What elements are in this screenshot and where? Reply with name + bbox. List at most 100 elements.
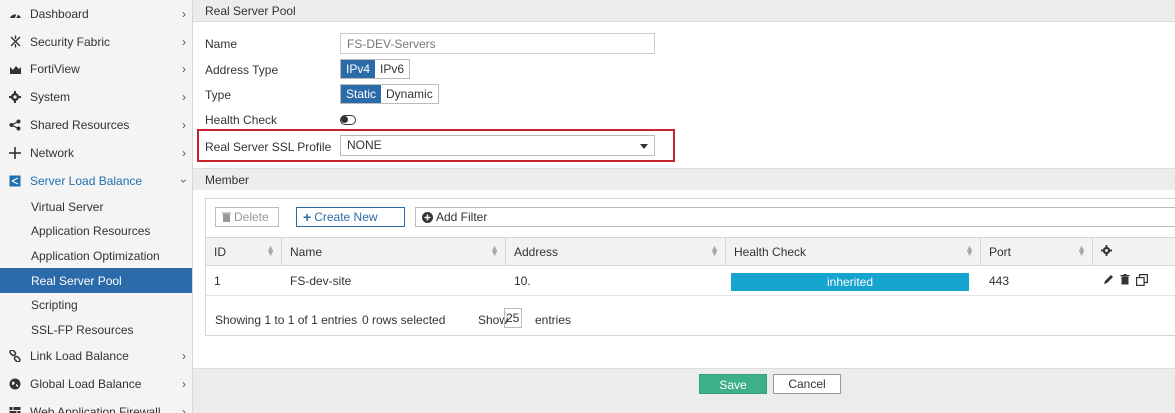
sidebar-subitem-ssl-fp-resources[interactable]: SSL-FP Resources bbox=[0, 318, 192, 343]
sidebar-item-system[interactable]: System › bbox=[0, 83, 192, 111]
sidebar-item-security-fabric[interactable]: Security Fabric › bbox=[0, 28, 192, 56]
network-icon bbox=[8, 146, 22, 160]
sidebar-item-label: Link Load Balance bbox=[30, 349, 129, 364]
column-header-label: Health Check bbox=[734, 245, 807, 259]
table-header: ID ▲ ▼ Name ▲ ▼ Address ▲ ▼ Health Check ▲ ▼… bbox=[206, 237, 1175, 266]
caret-down-icon bbox=[640, 144, 648, 149]
dashboard-icon bbox=[8, 7, 22, 21]
column-header-name[interactable]: Name ▲ ▼ bbox=[282, 238, 506, 266]
sidebar-item-label: System bbox=[30, 90, 71, 105]
sidebar-subitem-application-resources[interactable]: Application Resources bbox=[0, 219, 192, 244]
column-header-label: Port bbox=[989, 245, 1012, 259]
ssl-profile-value: NONE bbox=[347, 138, 382, 152]
ssl-profile-select[interactable]: NONE bbox=[340, 135, 655, 156]
sidebar-item-link-load-balance[interactable]: Link Load Balance › bbox=[0, 342, 192, 370]
gear-icon bbox=[8, 90, 22, 104]
column-header-address[interactable]: Address ▲ ▼ bbox=[506, 238, 726, 266]
sidebar-subitem-virtual-server[interactable]: Virtual Server bbox=[0, 195, 192, 220]
cell-address: 10. bbox=[514, 274, 531, 288]
create-new-button[interactable]: + Create New bbox=[296, 207, 405, 227]
add-filter-label: Add Filter bbox=[436, 210, 488, 224]
type-toggle: Static Dynamic bbox=[340, 84, 439, 104]
create-new-button-label: Create New bbox=[314, 210, 378, 224]
clone-icon[interactable] bbox=[1136, 274, 1148, 286]
sidebar: Dashboard › Security Fabric › FortiView … bbox=[0, 0, 193, 413]
sidebar-item-web-application-firewall[interactable]: Web Application Firewall › bbox=[0, 398, 192, 413]
address-type-label: Address Type bbox=[205, 63, 279, 77]
sidebar-subitem-scripting[interactable]: Scripting bbox=[0, 293, 192, 318]
save-button[interactable]: Save bbox=[699, 374, 767, 394]
sort-icon: ▲ ▼ bbox=[965, 243, 974, 258]
sort-icon: ▲ ▼ bbox=[490, 243, 499, 258]
sidebar-item-label: Global Load Balance bbox=[30, 376, 142, 391]
gear-icon bbox=[1101, 245, 1173, 256]
chevron-right-icon: › bbox=[182, 118, 186, 133]
sidebar-item-global-load-balance[interactable]: Global Load Balance › bbox=[0, 370, 192, 398]
column-header-health-check[interactable]: Health Check ▲ ▼ bbox=[726, 238, 981, 266]
chevron-down-icon: › bbox=[177, 178, 191, 183]
column-header-label: Name bbox=[290, 245, 323, 259]
firewall-icon bbox=[8, 405, 22, 413]
cell-port: 443 bbox=[989, 274, 1010, 288]
type-dynamic-option[interactable]: Dynamic bbox=[381, 85, 438, 103]
fortiview-icon bbox=[8, 62, 22, 76]
page-title: Real Server Pool bbox=[193, 0, 1175, 22]
type-static-option[interactable]: Static bbox=[341, 85, 382, 103]
health-check-toggle[interactable] bbox=[340, 115, 356, 125]
sidebar-item-server-load-balance[interactable]: Server Load Balance › bbox=[0, 167, 192, 195]
page-size-select[interactable]: 25 bbox=[504, 308, 522, 328]
globe-icon bbox=[8, 377, 22, 391]
sidebar-item-label: Web Application Firewall bbox=[30, 404, 161, 413]
rows-selected-text: 0 rows selected bbox=[362, 313, 446, 327]
table-row[interactable]: 1 FS-dev-site 10. inherited 443 bbox=[206, 266, 1175, 296]
sidebar-item-label: Server Load Balance bbox=[30, 173, 143, 188]
sidebar-item-fortiview[interactable]: FortiView › bbox=[0, 56, 192, 84]
name-label: Name bbox=[205, 37, 238, 51]
sidebar-subitem-real-server-pool[interactable]: Real Server Pool bbox=[0, 268, 192, 293]
sidebar-item-label: Dashboard bbox=[30, 6, 89, 21]
member-section-header: Member bbox=[193, 168, 1175, 190]
sidebar-item-label: Security Fabric bbox=[30, 34, 111, 49]
sort-icon: ▲ ▼ bbox=[1077, 243, 1086, 258]
sidebar-item-network[interactable]: Network › bbox=[0, 139, 192, 167]
column-header-label: Address bbox=[514, 245, 559, 259]
column-header-id[interactable]: ID ▲ ▼ bbox=[206, 238, 282, 266]
cell-id: 1 bbox=[214, 274, 221, 288]
load-balance-icon bbox=[8, 174, 22, 188]
link-icon bbox=[8, 349, 22, 363]
member-table-panel: Delete + Create New Add Filter ID ▲ ▼ Nam… bbox=[205, 198, 1175, 336]
add-filter-bar[interactable]: Add Filter bbox=[415, 207, 1175, 227]
sidebar-item-dashboard[interactable]: Dashboard › bbox=[0, 0, 192, 28]
share-icon bbox=[8, 118, 22, 132]
trash-icon[interactable] bbox=[1120, 274, 1130, 286]
health-check-label: Health Check bbox=[205, 113, 278, 127]
edit-icon[interactable] bbox=[1103, 274, 1114, 286]
name-field[interactable] bbox=[340, 33, 655, 54]
sidebar-subitem-application-optimization[interactable]: Application Optimization bbox=[0, 244, 192, 269]
chevron-right-icon: › bbox=[182, 34, 186, 49]
entries-label: entries bbox=[535, 313, 572, 327]
row-actions bbox=[1103, 274, 1148, 286]
address-type-ipv4-option[interactable]: IPv4 bbox=[341, 60, 376, 78]
address-type-toggle: IPv4 IPv6 bbox=[340, 59, 411, 79]
column-header-port[interactable]: Port ▲ ▼ bbox=[981, 238, 1093, 266]
column-header-label: ID bbox=[214, 245, 226, 259]
security-fabric-icon bbox=[8, 35, 22, 49]
chevron-right-icon: › bbox=[182, 90, 186, 105]
chevron-right-icon: › bbox=[182, 145, 186, 160]
form-actions-bar: Save Cancel bbox=[193, 368, 1175, 413]
delete-button[interactable]: Delete bbox=[215, 207, 279, 227]
add-circle-icon bbox=[422, 211, 433, 223]
sidebar-item-shared-resources[interactable]: Shared Resources › bbox=[0, 111, 192, 139]
sort-icon: ▲ ▼ bbox=[710, 243, 719, 258]
column-settings[interactable] bbox=[1093, 238, 1175, 266]
type-label: Type bbox=[205, 88, 232, 102]
sort-icon: ▲ ▼ bbox=[266, 243, 275, 258]
chevron-right-icon: › bbox=[182, 6, 186, 21]
cancel-button[interactable]: Cancel bbox=[773, 374, 841, 394]
sidebar-item-label: Shared Resources bbox=[30, 118, 130, 133]
trash-icon bbox=[222, 212, 231, 222]
address-type-ipv6-option[interactable]: IPv6 bbox=[375, 60, 410, 78]
ssl-profile-label: Real Server SSL Profile bbox=[205, 140, 332, 154]
chevron-right-icon: › bbox=[182, 404, 186, 413]
